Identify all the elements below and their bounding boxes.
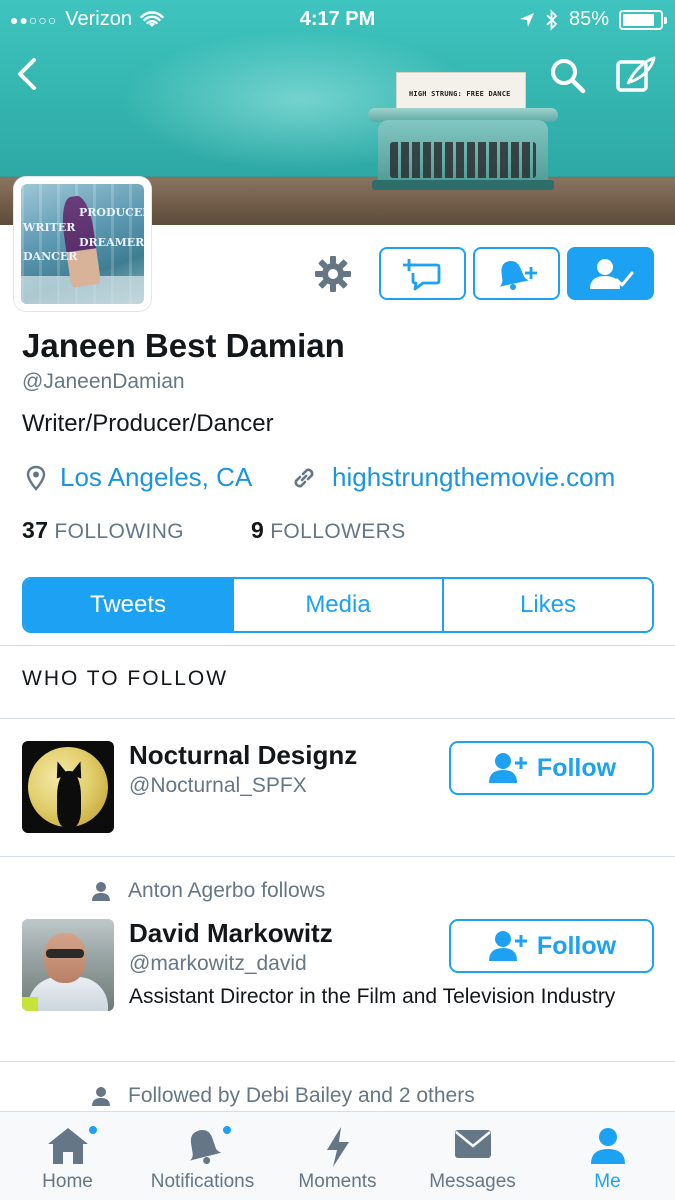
profile-tabs: Tweets Media Likes (22, 577, 654, 633)
location-arrow-icon (519, 12, 534, 27)
direct-message-button[interactable] (379, 247, 466, 300)
location-pin-icon (26, 465, 46, 491)
user-add-icon (488, 753, 527, 783)
suggestion-name[interactable]: David Markowitz (129, 918, 333, 949)
typewriter-image: HIGH STRUNG: FREE DANCE (368, 68, 558, 190)
tabbar-moments[interactable]: Moments (270, 1112, 405, 1200)
notifications-toggle-button[interactable] (473, 247, 560, 300)
divider (0, 856, 675, 857)
user-check-icon (589, 258, 633, 289)
follow-button[interactable]: Follow (449, 741, 654, 795)
tab-tweets[interactable]: Tweets (24, 579, 232, 631)
bluetooth-icon (546, 8, 558, 31)
follow-button[interactable]: Follow (449, 919, 654, 973)
home-badge-dot (88, 1125, 98, 1135)
message-add-icon (402, 258, 440, 290)
gear-icon[interactable] (312, 253, 354, 295)
person-icon (590, 1128, 625, 1164)
tabbar-home[interactable]: Home (0, 1112, 135, 1200)
home-icon (47, 1128, 88, 1164)
banner-paper-text: HIGH STRUNG: FREE DANCE (409, 90, 511, 98)
user-add-icon (488, 931, 527, 961)
profile-bio: Writer/Producer/Dancer (22, 410, 274, 437)
tabbar-notifications[interactable]: Notifications (135, 1112, 270, 1200)
person-icon (92, 882, 110, 901)
suggestion-handle: @Nocturnal_SPFX (129, 774, 307, 797)
profile-name: Janeen Best Damian (22, 327, 345, 364)
following-button[interactable] (567, 247, 654, 300)
battery-percent: 85% (568, 8, 609, 30)
divider (0, 645, 675, 646)
suggestion-avatar[interactable] (22, 919, 114, 1011)
bell-icon (189, 1130, 221, 1165)
tabbar-messages[interactable]: Messages (405, 1112, 540, 1200)
suggestion-handle: @markowitz_david (129, 952, 307, 975)
search-icon[interactable] (548, 56, 588, 96)
bell-add-icon (499, 260, 537, 290)
following-count[interactable]: 37 FOLLOWING (22, 517, 184, 544)
tab-likes[interactable]: Likes (442, 579, 652, 631)
tabbar-me[interactable]: Me (540, 1112, 675, 1200)
location-text: Los Angeles, CA (60, 462, 253, 492)
status-bar: ●●○○○ Verizon 4:17 PM 85% (0, 0, 675, 38)
profile-handle: @JaneenDamian (22, 370, 185, 393)
suggestion-name[interactable]: Nocturnal Designz (129, 740, 357, 771)
link-icon (294, 468, 314, 487)
battery-icon (619, 9, 667, 30)
profile-location: Los Angeles, CA (26, 462, 252, 493)
envelope-icon (454, 1130, 491, 1158)
divider (0, 1061, 675, 1062)
suggestion-bio: Assistant Director in the Film and Telev… (129, 985, 616, 1008)
website-link[interactable]: highstrungthemovie.com (332, 462, 615, 493)
profile-website[interactable]: highstrungthemovie.com (290, 462, 615, 493)
followers-count[interactable]: 9 FOLLOWERS (251, 517, 406, 544)
notifications-badge-dot (222, 1125, 232, 1135)
chevron-left-icon[interactable] (8, 52, 48, 96)
tab-media[interactable]: Media (232, 579, 442, 631)
profile-avatar[interactable]: PRODUCER WRITER DREAMER DANCER (14, 177, 151, 311)
social-context: Anton Agerbo follows (90, 879, 325, 903)
social-context: Followed by Debi Bailey and 2 others (90, 1084, 475, 1108)
compose-icon[interactable] (614, 54, 656, 96)
suggestion-avatar[interactable] (22, 741, 114, 833)
who-to-follow-heading: WHO TO FOLLOW (22, 667, 229, 690)
lightning-icon (326, 1127, 349, 1167)
avatar-image: PRODUCER WRITER DREAMER DANCER (21, 184, 144, 304)
divider (0, 718, 675, 719)
bottom-tab-bar: Home Notifications Moments Messages Me (0, 1111, 675, 1200)
person-icon (92, 1087, 110, 1106)
